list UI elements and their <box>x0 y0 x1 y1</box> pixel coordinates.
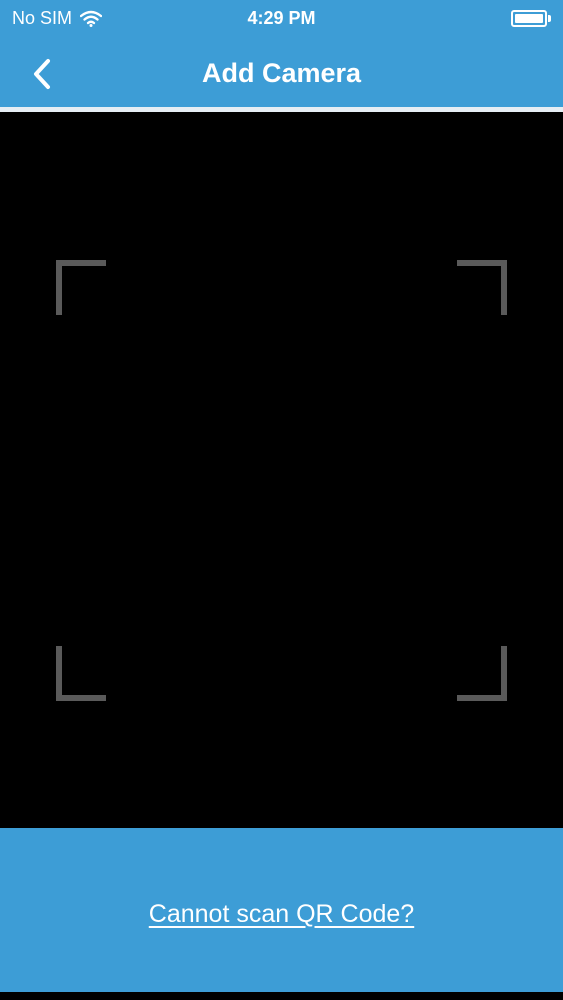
qr-link-container: Cannot scan QR Code? <box>0 900 563 929</box>
scan-frame-corner-bottom-right <box>457 646 507 701</box>
nav-bar: Add Camera <box>0 40 563 107</box>
scan-frame-corner-bottom-left <box>56 646 106 701</box>
header: No SIM 4:29 PM Add Camera <box>0 0 563 107</box>
scan-frame-corner-top-right <box>457 260 507 315</box>
qr-scanner-viewport <box>0 112 563 828</box>
scan-frame-corner-top-left <box>56 260 106 315</box>
bottom-edge <box>0 992 563 1000</box>
cannot-scan-qr-link[interactable]: Cannot scan QR Code? <box>149 900 414 928</box>
add-camera-screen: No SIM 4:29 PM Add Camera Cannot scan QR… <box>0 0 563 1000</box>
status-bar: No SIM 4:29 PM <box>0 0 563 36</box>
page-title: Add Camera <box>201 58 362 88</box>
bottom-panel: Cannot scan QR Code? <box>0 828 563 992</box>
clock: 4:29 PM <box>247 8 316 28</box>
battery-icon <box>511 10 551 27</box>
